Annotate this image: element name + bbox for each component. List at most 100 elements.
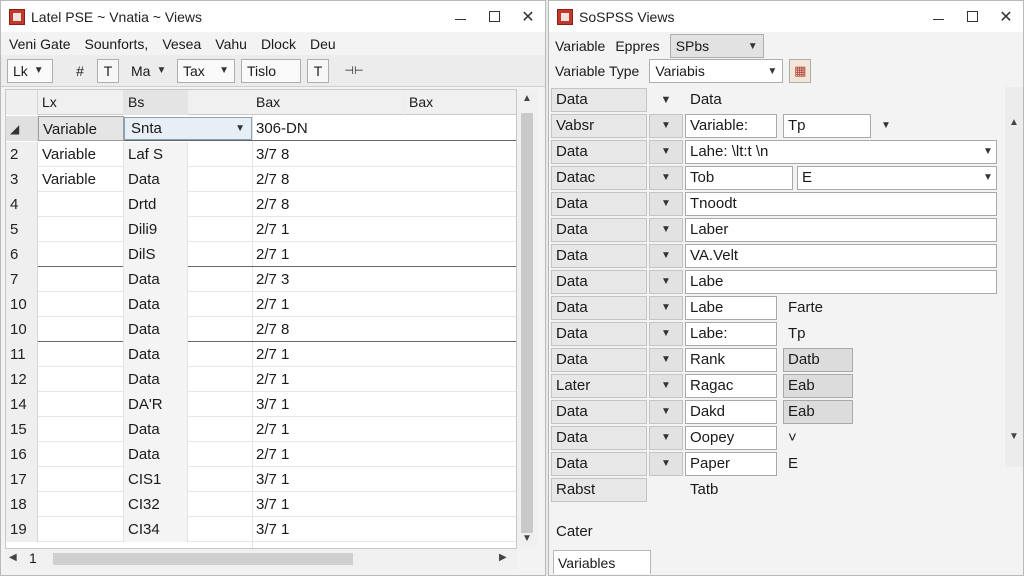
row-number[interactable]: 10	[6, 317, 38, 342]
minimize-button[interactable]	[921, 1, 955, 32]
right-titlebar[interactable]: SoSPSS Views ✕	[549, 1, 1023, 32]
toolbar-combo-tax[interactable]: Tax ▼	[177, 58, 235, 83]
grid-cell[interactable]: 2/7 1	[252, 217, 326, 242]
grid-cell[interactable]: Data	[124, 342, 188, 367]
table-row[interactable]: 10 Data 2/7 8	[6, 317, 516, 342]
grid-cell[interactable]: 2/7 8	[252, 317, 326, 342]
menu-item[interactable]: Vesea	[162, 36, 201, 52]
table-row[interactable]: 10 Data 2/7 1	[6, 292, 516, 317]
property-field[interactable]: Tnoodt	[685, 192, 997, 216]
corner-cell[interactable]	[6, 90, 38, 115]
grid-cell[interactable]: Variable	[38, 116, 124, 141]
grid-cell[interactable]	[38, 192, 124, 217]
menu-item[interactable]: Eppres	[615, 38, 659, 54]
column-header[interactable]: Lx	[38, 90, 124, 115]
row-number[interactable]: 5	[6, 217, 38, 242]
column-header[interactable]: Bax	[404, 90, 516, 115]
table-row[interactable]: 19 CI34 3/7 1	[6, 517, 516, 542]
table-row[interactable]: 18 CI32 3/7 1	[6, 492, 516, 517]
row-number[interactable]: 18	[6, 492, 38, 517]
table-row[interactable]: ◢ Variable Snta ▼ 306-DN	[6, 116, 516, 141]
property-field-secondary[interactable]: E	[797, 166, 997, 190]
property-label[interactable]: Data	[551, 270, 647, 294]
property-field[interactable]: Oopey	[685, 426, 777, 450]
split-button[interactable]: ⊣⊢	[343, 59, 365, 83]
scroll-up-icon[interactable]: ▲	[1009, 117, 1019, 128]
grid-cell[interactable]: CIS1	[124, 467, 188, 492]
table-row[interactable]: 2 Variable Laf S 3/7 8	[6, 142, 516, 167]
row-number[interactable]: 6	[6, 242, 38, 267]
grid-cell[interactable]: Drtd	[124, 192, 188, 217]
grid-cell[interactable]	[38, 517, 124, 542]
table-row[interactable]: 5 Dili9 2/7 1	[6, 217, 516, 242]
chevron-down-icon[interactable]: ▼	[649, 374, 683, 398]
chevron-down-icon[interactable]: ▼	[649, 426, 683, 450]
property-field[interactable]: Ragac	[685, 374, 777, 398]
property-field[interactable]: Labe	[685, 296, 777, 320]
scroll-thumb[interactable]	[521, 113, 533, 533]
grid-cell[interactable]: 2/7 1	[252, 342, 326, 367]
property-field[interactable]: Laber	[685, 218, 997, 242]
property-label[interactable]: Data	[551, 296, 647, 320]
row-number[interactable]: 14	[6, 392, 38, 417]
row-number[interactable]: 17	[6, 467, 38, 492]
chevron-down-icon[interactable]: ▼	[649, 244, 683, 268]
scroll-down-icon[interactable]: ▼	[522, 533, 532, 544]
property-field[interactable]: Labe:	[685, 322, 777, 346]
row-number[interactable]: 11	[6, 342, 38, 367]
scroll-thumb[interactable]	[53, 553, 353, 565]
left-titlebar[interactable]: Latel PSE ~ Vnatia ~ Views ✕	[1, 1, 545, 32]
menu-item[interactable]: Dlock	[261, 36, 296, 52]
chevron-down-icon[interactable]: ▼	[881, 114, 891, 138]
property-label[interactable]: Vabsr	[551, 114, 647, 138]
grid-cell[interactable]	[38, 467, 124, 492]
grid-cell[interactable]: Data	[124, 167, 188, 192]
row-number[interactable]: 3	[6, 167, 38, 192]
row-number[interactable]: 7	[6, 267, 38, 292]
column-header[interactable]: Bax	[252, 90, 326, 115]
property-field-secondary[interactable]: Farte	[783, 296, 853, 320]
row-number[interactable]: 19	[6, 517, 38, 542]
property-field[interactable]: Rank	[685, 348, 777, 372]
table-row[interactable]: 6 DilS 2/7 1	[6, 242, 516, 267]
property-field[interactable]: Dakd	[685, 400, 777, 424]
grid-cell[interactable]: Data	[124, 442, 188, 467]
grid-cell[interactable]: Data	[124, 267, 188, 292]
table-row[interactable]: 3 Variable Data 2/7 8	[6, 167, 516, 192]
property-label[interactable]: Data	[551, 140, 647, 164]
close-button[interactable]: ✕	[989, 1, 1023, 32]
row-number[interactable]: 2	[6, 142, 38, 167]
grid-cell[interactable]: 2/7 8	[252, 167, 326, 192]
property-field-secondary[interactable]: Datb	[783, 348, 853, 372]
property-field-secondary[interactable]: Eab	[783, 400, 853, 424]
data-grid[interactable]: Lx Bs Bax Bax ◢ Variable Snta ▼ 306-DN 2…	[5, 89, 517, 549]
grid-cell[interactable]: 3/7 1	[252, 517, 326, 542]
grid-cell[interactable]	[38, 392, 124, 417]
grid-cell[interactable]: DA'R	[124, 392, 188, 417]
menu-item[interactable]: Veni Gate	[9, 36, 71, 52]
chevron-down-icon[interactable]: ▼	[983, 166, 993, 190]
chevron-down-icon[interactable]: ▼	[983, 140, 993, 164]
grid-cell[interactable]: 3/7 1	[252, 467, 326, 492]
text-button[interactable]: T	[307, 58, 329, 83]
property-label[interactable]: Data	[551, 192, 647, 216]
chevron-down-icon[interactable]: ▼	[649, 452, 683, 476]
variable-grid-button[interactable]: ▦	[789, 59, 812, 83]
property-field[interactable]: Tob	[685, 166, 793, 190]
vertical-scrollbar[interactable]: ▲ ▼	[1005, 87, 1023, 467]
grid-cell[interactable]	[38, 342, 124, 367]
property-field-secondary[interactable]: Tp	[783, 322, 853, 346]
toolbar-combo-lk[interactable]: Lk ▼	[7, 58, 53, 83]
variables-tab[interactable]: Variables	[553, 550, 651, 574]
grid-cell[interactable]: Variable	[38, 167, 124, 192]
property-label[interactable]: Data	[551, 218, 647, 242]
table-row[interactable]: 7 Data 2/7 3	[6, 267, 516, 292]
chevron-down-icon[interactable]: ▼	[649, 348, 683, 372]
property-field-secondary[interactable]: Tp	[783, 114, 871, 138]
property-field[interactable]: Lahe: \lt:t \n	[685, 140, 997, 164]
chevron-down-icon[interactable]: ▼	[649, 166, 683, 190]
property-field[interactable]: Variable:	[685, 114, 777, 138]
chevron-down-icon[interactable]	[649, 478, 683, 502]
format-button[interactable]: T	[97, 58, 119, 83]
table-row[interactable]: 16 Data 2/7 1	[6, 442, 516, 467]
